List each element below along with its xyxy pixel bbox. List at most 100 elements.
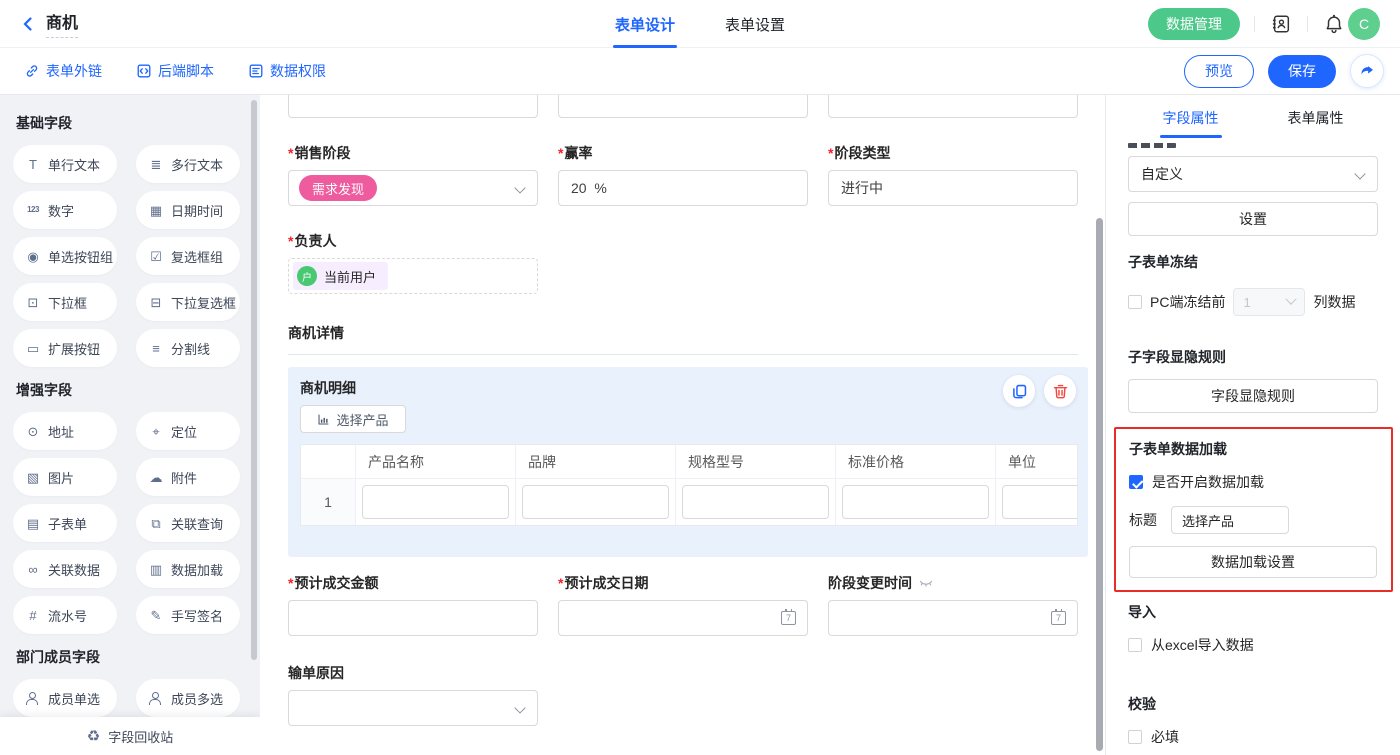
basic-fields-grid: T单行文本 ≣多行文本 123数字 ▦日期时间 ◉单选按钮组 ☑复选框组 ⊡下拉… [0,145,260,367]
product-name-input[interactable] [362,485,509,519]
tab-form-settings[interactable]: 表单设置 [725,0,785,48]
freeze-checkbox[interactable] [1128,295,1142,309]
sidebar-item-multi-line-text[interactable]: ≣多行文本 [136,145,240,183]
back-button[interactable] [18,14,38,34]
permission-icon [248,63,264,79]
table-cell [676,479,836,525]
amount-label: *预计成交金额 [288,575,538,591]
unit-input[interactable] [1002,485,1078,519]
sales-stage-label: *销售阶段 [288,145,538,161]
user-avatar[interactable]: C [1348,8,1380,40]
owner-field[interactable]: 户 当前用户 [288,258,538,294]
data-permission-button[interactable]: 数据权限 [248,61,326,81]
amount-input[interactable] [288,600,538,636]
canvas-scrollbar[interactable] [1096,218,1103,751]
field-recycle-bin[interactable]: ♻ 字段回收站 [0,717,260,755]
notification-button[interactable] [1322,12,1346,36]
sidebar-item-member-single[interactable]: 成员单选 [13,679,117,717]
cutoff-input[interactable] [558,95,808,118]
dataload-settings-button[interactable]: 数据加载设置 [1129,546,1377,578]
sidebar-item-number[interactable]: 123数字 [13,191,117,229]
freeze-count-select[interactable]: 1 [1233,288,1305,316]
sidebar-item-image[interactable]: ▧图片 [13,458,117,496]
sidebar-item-location[interactable]: ⌖定位 [136,412,240,450]
subform-table: 产品名称 品牌 规格型号 标准价格 单位 1 [300,444,1078,526]
table-cell [836,479,996,525]
tab-field-properties[interactable]: 字段属性 [1163,108,1219,138]
select-icon: ⊡ [25,296,41,309]
brand-input[interactable] [522,485,669,519]
section-member-fields: 部门成员字段 [16,647,260,667]
sidebar-item-single-line-text[interactable]: T单行文本 [13,145,117,183]
sidebar-item-related-data[interactable]: ∞关联数据 [13,550,117,588]
section-enhanced-fields: 增强字段 [16,380,260,400]
subform-block[interactable]: 商机明细 选择产品 产品名称 品牌 规格型号 标准价格 单位 [288,367,1088,557]
tab-form-design[interactable]: 表单设计 [615,0,675,48]
subform-title: 商机明细 [300,378,1076,398]
backend-script-button[interactable]: 后端脚本 [136,61,214,81]
sidebar-item-data-load[interactable]: ▥数据加载 [136,550,240,588]
lose-reason-select[interactable] [288,690,538,726]
field-row-inputs-2: 7 7 [288,600,1088,636]
log-icon [1270,13,1292,35]
dataload-title-input[interactable]: 选择产品 [1171,506,1289,534]
copy-subform-button[interactable] [1003,375,1035,407]
sidebar-item-extend-button[interactable]: ▭扩展按钮 [13,329,117,367]
sidebar-scrollbar[interactable] [251,100,257,660]
col-header-brand: 品牌 [516,445,676,479]
excel-import-checkbox[interactable] [1128,638,1142,652]
data-manage-button[interactable]: 数据管理 [1148,8,1240,40]
sidebar-item-related-query[interactable]: ⧉关联查询 [136,504,240,542]
stage-type-input[interactable]: 进行中 [828,170,1078,206]
rules-section-title: 子字段显隐规则 [1128,347,1378,367]
required-checkbox[interactable] [1128,730,1142,744]
sidebar-item-datetime[interactable]: ▦日期时间 [136,191,240,229]
owner-label: *负责人 [288,233,1088,249]
main-layout: 基础字段 T单行文本 ≣多行文本 123数字 ▦日期时间 ◉单选按钮组 ☑复选框… [0,95,1400,755]
user-tag-avatar: 户 [297,266,317,286]
external-link-button[interactable]: 表单外链 [24,61,102,81]
preview-button[interactable]: 预览 [1184,55,1254,88]
col-header-price: 标准价格 [836,445,996,479]
log-button[interactable] [1269,12,1293,36]
sidebar-item-multi-select[interactable]: ⊟下拉复选框 [136,283,240,321]
win-rate-label: *赢率 [558,145,808,161]
field-visibility-rules-button[interactable]: 字段显隐规则 [1128,379,1378,413]
stage-tag: 需求发现 [299,175,377,201]
col-header-unit: 单位 [996,445,1078,479]
chevron-down-icon [1354,168,1365,179]
spec-input[interactable] [682,485,829,519]
close-date-input[interactable]: 7 [558,600,808,636]
recycle-icon: ♻ [87,727,100,745]
page-title[interactable]: 商机 [46,9,78,38]
settings-button[interactable]: 设置 [1128,202,1378,236]
sidebar-item-attachment[interactable]: ☁附件 [136,458,240,496]
sidebar-item-serial-number[interactable]: #流水号 [13,596,117,634]
style-select[interactable]: 自定义 [1128,156,1378,192]
sidebar-item-divider[interactable]: ≡分割线 [136,329,240,367]
freeze-row: PC端冻结前 1 列数据 [1128,288,1378,316]
sidebar-item-address[interactable]: ⊙地址 [13,412,117,450]
select-product-button[interactable]: 选择产品 [300,405,406,433]
cutoff-input[interactable] [288,95,538,118]
freeze-section-title: 子表单冻结 [1128,252,1378,272]
sidebar-item-signature[interactable]: ✎手写签名 [136,596,240,634]
price-input[interactable] [842,485,989,519]
sidebar-item-checkbox-group[interactable]: ☑复选框组 [136,237,240,275]
share-button[interactable] [1350,54,1384,88]
sidebar-item-member-multi[interactable]: 成员多选 [136,679,240,717]
sidebar-item-radio-group[interactable]: ◉单选按钮组 [13,237,117,275]
sidebar-item-subform[interactable]: ▤子表单 [13,504,117,542]
stage-change-time-input[interactable]: 7 [828,600,1078,636]
save-button[interactable]: 保存 [1268,55,1336,88]
delete-subform-button[interactable] [1044,375,1076,407]
divider [1254,16,1255,32]
tab-form-properties[interactable]: 表单属性 [1288,108,1344,138]
cutoff-input[interactable] [828,95,1078,118]
validate-section-title: 校验 [1128,694,1378,714]
multi-select-icon: ⊟ [148,296,164,309]
sales-stage-select[interactable]: 需求发现 [288,170,538,206]
sidebar-item-select[interactable]: ⊡下拉框 [13,283,117,321]
dataload-checkbox[interactable] [1129,475,1143,489]
win-rate-input[interactable]: 20 % [558,170,808,206]
